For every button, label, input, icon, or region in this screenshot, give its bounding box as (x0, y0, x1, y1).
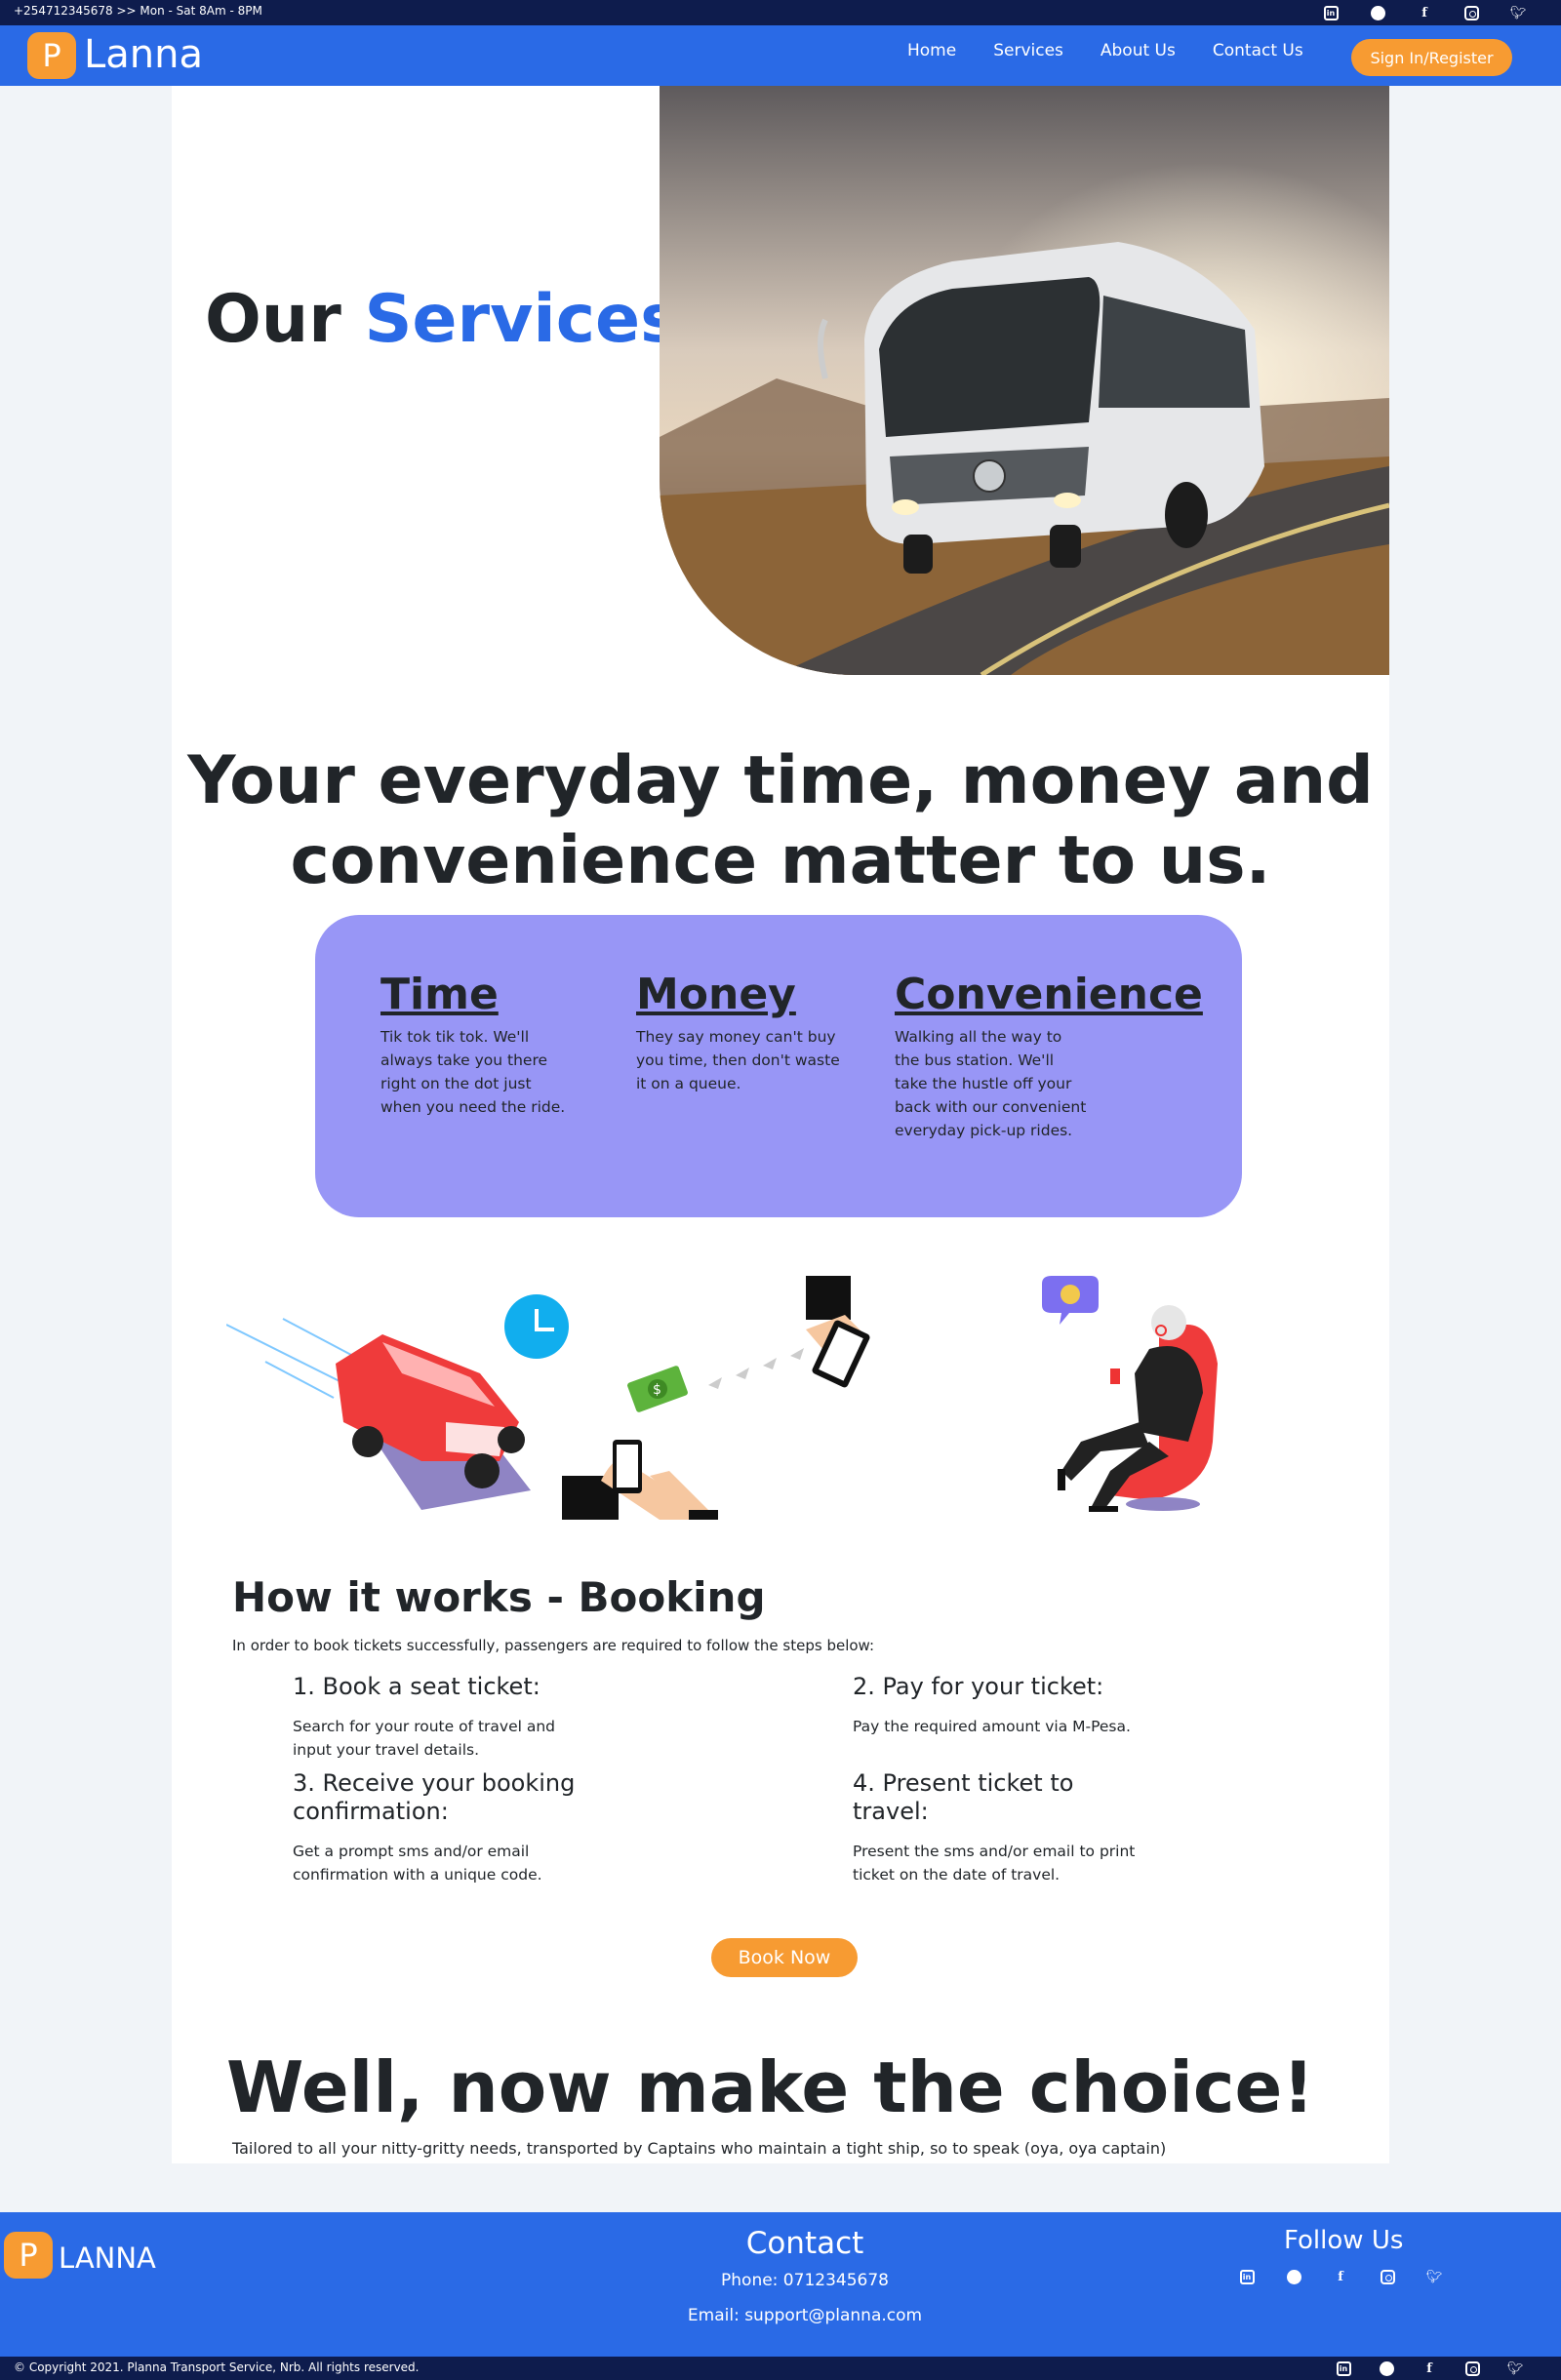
hero-title-part2: Services (364, 281, 680, 358)
step-title: 4. Present ticket to travel: (853, 1769, 1074, 1825)
follow-us-title: Follow Us (1284, 2226, 1404, 2255)
logo-icon[interactable]: P (27, 32, 76, 79)
linkedin-icon[interactable]: in (1223, 2266, 1270, 2287)
choice-title: Well, now make the choice! (226, 2046, 1315, 2128)
step-title: 2. Pay for your ticket: (853, 1673, 1104, 1700)
step-text: Search for your route of travel and inpu… (293, 1718, 555, 1759)
top-social-links: in f 🐦︎ (1307, 2, 1541, 23)
value-time: Time Tik tok tik tok. We'll always take … (380, 970, 576, 1119)
value-title: Time (380, 970, 499, 1019)
facebook-icon[interactable]: f (1401, 2, 1448, 23)
instagram-icon[interactable] (1364, 2266, 1411, 2287)
footer: P LANNA Contact Phone: 0712345678 Email:… (0, 2212, 1561, 2357)
hero-title: Our Services (205, 281, 680, 358)
van-illustration (225, 1276, 587, 1524)
value-title: Convenience (895, 970, 1203, 1019)
nav-services[interactable]: Services (993, 41, 1063, 60)
bottom-bar: © Copyright 2021. Planna Transport Servi… (0, 2357, 1561, 2380)
hero-bus-image (660, 86, 1389, 675)
value-headline: Your everyday time, money and convenienc… (187, 742, 1374, 899)
linkedin-icon[interactable]: in (1322, 2358, 1365, 2379)
book-now-button[interactable]: Book Now (711, 1938, 858, 1977)
copyright: © Copyright 2021. Planna Transport Servi… (14, 2360, 420, 2374)
twitter-icon[interactable]: 🐦︎ (1495, 2, 1541, 23)
instagram-icon[interactable] (1448, 2, 1495, 23)
value-money: Money They say money can't buy you time,… (636, 970, 841, 1095)
top-bar: +254712345678 >> Mon - Sat 8Am - 8PM in … (0, 0, 1561, 25)
nav-contact-us[interactable]: Contact Us (1213, 41, 1303, 60)
value-text: Walking all the way to the bus station. … (895, 1028, 1087, 1139)
footer-social-links: in f 🐦︎ (1223, 2266, 1458, 2287)
footer-email[interactable]: Email: support@planna.com (0, 2306, 1561, 2325)
how-it-works-title: How it works - Booking (232, 1573, 766, 1621)
sign-in-register-button[interactable]: Sign In/Register (1351, 39, 1512, 76)
svg-text:$: $ (653, 1382, 661, 1398)
choice-subtitle: Tailored to all your nitty-gritty needs,… (232, 2139, 1167, 2158)
nav-links: Home Services About Us Contact Us (907, 41, 1341, 60)
step-text: Present the sms and/or email to print ti… (853, 1843, 1136, 1884)
nav-home[interactable]: Home (907, 41, 956, 60)
step-title: 1. Book a seat ticket: (293, 1673, 540, 1700)
whatsapp-icon[interactable] (1365, 2358, 1408, 2379)
instagram-icon[interactable] (1451, 2358, 1494, 2379)
value-title: Money (636, 970, 796, 1019)
facebook-icon[interactable]: f (1317, 2266, 1364, 2287)
step-2: 2. Pay for your ticket: Pay the required… (853, 1673, 1165, 1738)
whatsapp-icon[interactable] (1354, 2, 1401, 23)
twitter-icon[interactable]: 🐦︎ (1411, 2266, 1458, 2287)
linkedin-icon[interactable]: in (1307, 2, 1354, 23)
value-convenience: Convenience Walking all the way to the b… (895, 970, 1203, 1142)
mobile-payment-illustration: $ (562, 1276, 894, 1524)
how-it-works-intro: In order to book tickets successfully, p… (232, 1637, 875, 1654)
main-content: Our Services Your everyday time, money a… (172, 86, 1389, 2163)
contact-hours: +254712345678 >> Mon - Sat 8Am - 8PM (14, 4, 262, 18)
value-text: Tik tok tik tok. We'll always take you t… (380, 1028, 566, 1116)
bottom-social-links: in f 🐦︎ (1322, 2358, 1537, 2379)
twitter-icon[interactable]: 🐦︎ (1494, 2358, 1537, 2379)
step-title: 3. Receive your booking confirmation: (293, 1769, 576, 1825)
value-text: They say money can't buy you time, then … (636, 1028, 840, 1092)
passenger-chair-illustration (1042, 1276, 1237, 1524)
step-1: 1. Book a seat ticket: Search for your r… (293, 1673, 595, 1762)
brand-name[interactable]: Lanna (84, 27, 203, 82)
navbar: P Lanna Home Services About Us Contact U… (0, 25, 1561, 86)
nav-about-us[interactable]: About Us (1101, 41, 1176, 60)
step-text: Get a prompt sms and/or email confirmati… (293, 1843, 542, 1884)
step-text: Pay the required amount via M-Pesa. (853, 1718, 1131, 1735)
values-card: Time Tik tok tik tok. We'll always take … (315, 915, 1242, 1217)
whatsapp-icon[interactable] (1270, 2266, 1317, 2287)
facebook-icon[interactable]: f (1408, 2358, 1451, 2379)
step-3: 3. Receive your booking confirmation: Ge… (293, 1769, 585, 1886)
hero-title-part1: Our (205, 281, 341, 358)
step-4: 4. Present ticket to travel: Present the… (853, 1769, 1135, 1886)
